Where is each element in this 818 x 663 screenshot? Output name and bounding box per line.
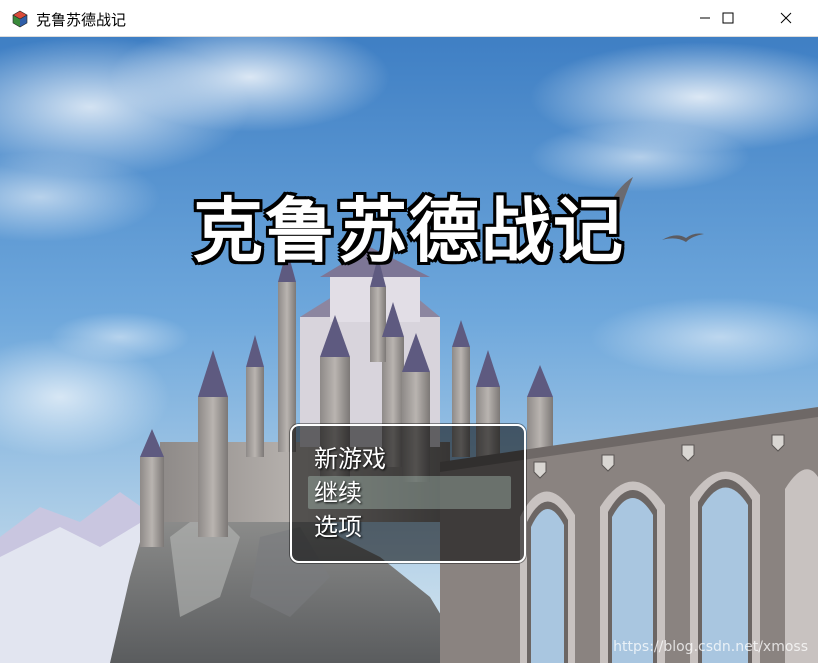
window-title: 克鲁苏德战记 bbox=[36, 11, 127, 29]
menu-item-continue[interactable]: 继续 bbox=[314, 478, 362, 508]
maximize-button[interactable] bbox=[705, 0, 751, 36]
title-background-art bbox=[0, 37, 818, 663]
title-bar[interactable]: 克鲁苏德战记 bbox=[0, 0, 818, 37]
maximize-icon bbox=[722, 12, 734, 24]
close-button[interactable] bbox=[763, 0, 809, 36]
game-title: 克鲁苏德战记 bbox=[193, 190, 625, 272]
game-cube-icon bbox=[12, 10, 28, 28]
watermark-text: https://blog.csdn.net/xmoss bbox=[613, 639, 808, 655]
title-menu: 新游戏 继续 选项 bbox=[290, 424, 526, 563]
menu-item-options[interactable]: 选项 bbox=[314, 512, 362, 542]
close-icon bbox=[780, 12, 792, 24]
game-stage[interactable]: 克鲁苏德战记 新游戏 继续 选项 https://blog.csdn.net/x… bbox=[0, 37, 818, 663]
game-window: 克鲁苏德战记 克鲁苏德战记 新游戏 继续 选项 https://blog.csd… bbox=[0, 0, 818, 663]
menu-item-new-game[interactable]: 新游戏 bbox=[314, 444, 386, 474]
